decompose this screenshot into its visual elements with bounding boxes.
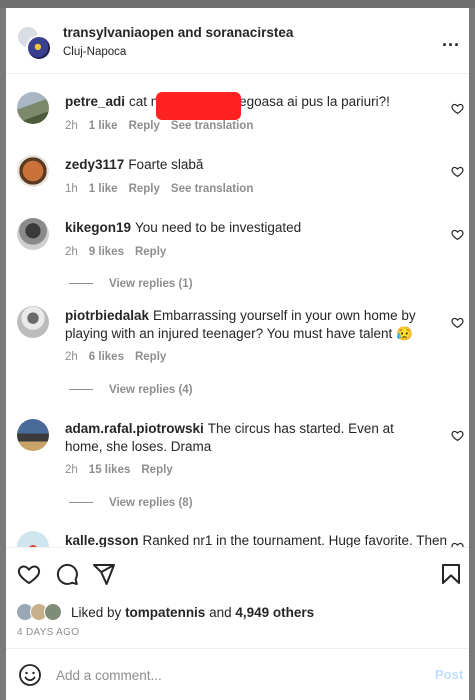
comment-username[interactable]: petre_adi	[65, 94, 125, 109]
avatar[interactable]	[17, 218, 49, 250]
comment-likes[interactable]: 1 like	[89, 183, 118, 195]
comment-likes[interactable]: 15 likes	[89, 464, 131, 476]
post-button[interactable]: Post	[435, 667, 463, 682]
post-time[interactable]: 4 DAYS AGO	[17, 627, 79, 638]
comment-time[interactable]: 2h	[65, 120, 78, 132]
comment-username[interactable]: zedy3117	[65, 157, 124, 172]
heart-icon[interactable]	[17, 562, 41, 586]
bookmark-icon[interactable]	[439, 562, 463, 586]
comment-body: Ranked nr1 in the tournament. Huge favor…	[142, 533, 447, 547]
reply-button[interactable]: Reply	[135, 351, 166, 363]
see-translation-button[interactable]: See translation	[171, 120, 253, 132]
comments-list[interactable]: petre_adi cat n jegoasa ai pus la pariuri…	[6, 74, 469, 547]
post-location[interactable]: Cluj-Napoca	[63, 46, 126, 58]
comment-body: jegoasa ai pus la pariuri?!	[236, 94, 390, 109]
replies-divider	[69, 389, 93, 391]
collab-avatars[interactable]	[16, 25, 52, 61]
share-icon[interactable]	[92, 562, 116, 586]
comment-username[interactable]: piotrbiedalak	[65, 308, 149, 323]
comment-time[interactable]: 2h	[65, 351, 78, 363]
liked-by-others[interactable]: 4,949 others	[235, 605, 314, 620]
comment-username[interactable]: kalle.gsson	[65, 533, 139, 547]
emoji-icon[interactable]	[18, 663, 42, 687]
comment-body: Foarte slabă	[128, 157, 204, 172]
reply-button[interactable]: Reply	[129, 120, 160, 132]
avatar[interactable]	[17, 531, 49, 547]
comment-meta: 2h 1 like Reply See translation	[65, 120, 264, 132]
comment-username[interactable]: kikegon19	[65, 220, 131, 235]
comment-time[interactable]: 1h	[65, 183, 78, 195]
comment-meta: 2h 6 likes Reply	[65, 351, 177, 363]
redaction-mark	[156, 92, 241, 120]
comment-time[interactable]: 2h	[65, 246, 78, 258]
comment-text: kikegon19 You need to be investigated	[65, 219, 430, 237]
comment-text: piotrbiedalak Embarrassing yourself in yo…	[65, 307, 430, 343]
comment-text: zedy3117 Foarte slabă	[65, 156, 430, 174]
comment-text: adam.rafal.piotrowski The circus has star…	[65, 420, 430, 456]
comment-likes[interactable]: 6 likes	[89, 351, 124, 363]
comment-meta: 2h 9 likes Reply	[65, 246, 177, 258]
view-replies-button[interactable]: View replies (1)	[69, 278, 193, 290]
view-replies-label: View replies (1)	[109, 278, 193, 290]
heart-icon[interactable]	[451, 316, 464, 329]
avatar[interactable]	[17, 92, 49, 124]
window-top-strip	[0, 0, 475, 8]
post-panel: transylvaniaopen and soranacirstea Cluj-…	[6, 8, 469, 700]
view-replies-button[interactable]: View replies (8)	[69, 497, 193, 509]
liked-by-prefix: Liked by	[71, 605, 122, 620]
view-replies-button[interactable]: View replies (4)	[69, 384, 193, 396]
liked-by-and: and	[209, 605, 232, 620]
post-header: transylvaniaopen and soranacirstea Cluj-…	[6, 8, 469, 74]
add-comment-input[interactable]	[56, 662, 416, 688]
comment-username[interactable]: adam.rafal.piotrowski	[65, 421, 204, 436]
comment-meta: 1h 1 like Reply See translation	[65, 183, 264, 195]
reply-button[interactable]: Reply	[129, 183, 160, 195]
replies-divider	[69, 283, 93, 285]
more-icon[interactable]: ...	[442, 30, 460, 51]
section-divider	[6, 547, 469, 548]
comment-likes[interactable]: 9 likes	[89, 246, 124, 258]
liked-by-user[interactable]: tompatennis	[125, 605, 205, 620]
liked-by-text: Liked by tompatennis and 4,949 others	[71, 605, 314, 620]
reply-button[interactable]: Reply	[135, 246, 166, 258]
reply-button[interactable]: Reply	[141, 464, 172, 476]
comment-likes[interactable]: 1 like	[89, 120, 118, 132]
comment-icon[interactable]	[55, 562, 79, 586]
comment-body: You need to be investigated	[135, 220, 302, 235]
view-replies-label: View replies (8)	[109, 497, 193, 509]
comment-text: petre_adi cat n jegoasa ai pus la pariuri…	[65, 93, 430, 111]
heart-icon[interactable]	[451, 429, 464, 442]
avatar[interactable]	[17, 419, 49, 451]
comment-body: cat n	[129, 94, 159, 109]
heart-icon[interactable]	[451, 228, 464, 241]
avatar[interactable]	[17, 155, 49, 187]
heart-icon[interactable]	[451, 165, 464, 178]
replies-divider	[69, 502, 93, 504]
comment-text: kalle.gsson Ranked nr1 in the tournament.…	[65, 532, 447, 547]
post-author[interactable]: transylvaniaopen and soranacirstea	[63, 25, 293, 40]
view-replies-label: View replies (4)	[109, 384, 193, 396]
avatar	[44, 603, 62, 621]
comment-meta: 2h 15 likes Reply	[65, 464, 184, 476]
see-translation-button[interactable]: See translation	[171, 183, 253, 195]
heart-icon[interactable]	[451, 102, 464, 115]
avatar	[26, 35, 52, 61]
add-comment-bar: Post	[6, 649, 469, 700]
avatar[interactable]	[17, 306, 49, 338]
liked-by-avatars[interactable]	[16, 603, 66, 623]
comment-time[interactable]: 2h	[65, 464, 78, 476]
post-actions	[6, 556, 469, 592]
